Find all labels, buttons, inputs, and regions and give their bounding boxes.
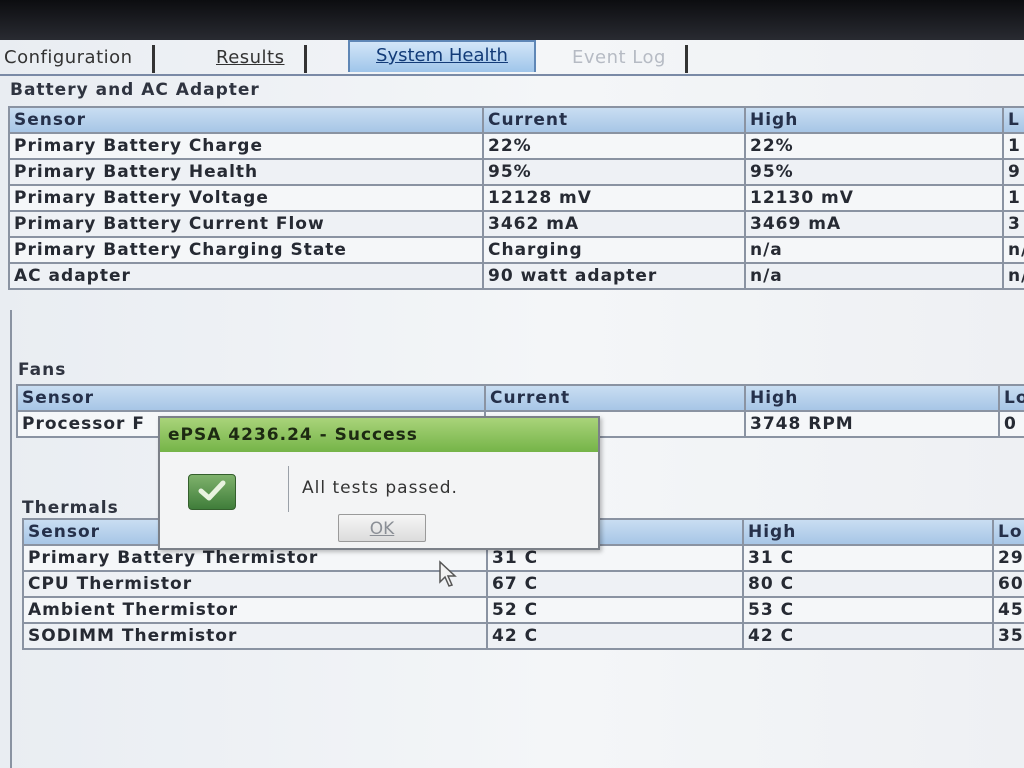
cell-sensor: SODIMM Thermistor	[22, 622, 488, 650]
table-row[interactable]: Primary Battery Charging State Charging …	[8, 236, 1024, 264]
table-header-row: Sensor Current High L	[8, 106, 1024, 134]
column-header-high[interactable]: High	[744, 106, 1004, 134]
cell-low: 29	[992, 544, 1024, 572]
cell-sensor: Primary Battery Charge	[8, 132, 484, 160]
column-header-current[interactable]: Current	[484, 384, 746, 412]
cell-current: 90 watt adapter	[482, 262, 746, 290]
cell-sensor: Primary Battery Current Flow	[8, 210, 484, 238]
table-row[interactable]: Primary Battery Health 95% 95% 9	[8, 158, 1024, 186]
cell-high: 31 C	[742, 544, 994, 572]
cell-sensor: AC adapter	[8, 262, 484, 290]
cell-low: 60	[992, 570, 1024, 598]
dialog-title[interactable]: ePSA 4236.24 - Success	[160, 418, 598, 452]
cell-current: 67 C	[486, 570, 744, 598]
fans-section-title: Fans	[18, 360, 67, 380]
cell-low: n/	[1002, 262, 1024, 290]
checkmark-icon	[188, 474, 236, 510]
table-row[interactable]: Primary Battery Charge 22% 22% 1	[8, 132, 1024, 160]
cell-current: 52 C	[486, 596, 744, 624]
cell-sensor: Primary Battery Health	[8, 158, 484, 186]
cell-sensor: Ambient Thermistor	[22, 596, 488, 624]
group-frame-edge	[10, 310, 12, 768]
cell-current: 12128 mV	[482, 184, 746, 212]
table-row[interactable]: Primary Battery Current Flow 3462 mA 346…	[8, 210, 1024, 238]
battery-section-title: Battery and AC Adapter	[10, 80, 260, 100]
table-row[interactable]: Primary Battery Voltage 12128 mV 12130 m…	[8, 184, 1024, 212]
cell-high: 80 C	[742, 570, 994, 598]
cell-high: 3469 mA	[744, 210, 1004, 238]
tab-results[interactable]: Results	[216, 45, 306, 73]
cell-low: 0	[998, 410, 1024, 438]
column-header-low[interactable]: L	[1002, 106, 1024, 134]
tab-event-log[interactable]: Event Log	[572, 45, 688, 73]
ok-button[interactable]: OK	[338, 514, 426, 542]
table-row[interactable]: SODIMM Thermistor 42 C 42 C 35	[22, 622, 1024, 650]
dialog-message: All tests passed.	[302, 478, 458, 498]
cell-sensor: Primary Battery Voltage	[8, 184, 484, 212]
epsa-diagnostics-screen: Configuration Results System Health Even…	[0, 40, 1024, 768]
cell-high: 22%	[744, 132, 1004, 160]
column-header-sensor[interactable]: Sensor	[8, 106, 484, 134]
table-row[interactable]: Ambient Thermistor 52 C 53 C 45	[22, 596, 1024, 624]
tab-system-health[interactable]: System Health	[348, 40, 536, 72]
cell-low: 45	[992, 596, 1024, 624]
column-header-sensor[interactable]: Sensor	[16, 384, 486, 412]
table-row[interactable]: CPU Thermistor 67 C 80 C 60	[22, 570, 1024, 598]
window-top-bar	[0, 0, 1024, 42]
cell-low: 3	[1002, 210, 1024, 238]
cell-low: n/	[1002, 236, 1024, 264]
cell-current: 22%	[482, 132, 746, 160]
column-header-high[interactable]: High	[742, 518, 994, 546]
cell-low: 1	[1002, 132, 1024, 160]
cell-current: 95%	[482, 158, 746, 186]
cell-current: 3462 mA	[482, 210, 746, 238]
dialog-divider	[288, 466, 289, 512]
cell-low: 35	[992, 622, 1024, 650]
cell-sensor: CPU Thermistor	[22, 570, 488, 598]
column-header-low[interactable]: Lo	[992, 518, 1024, 546]
cell-high: n/a	[744, 262, 1004, 290]
table-row[interactable]: AC adapter 90 watt adapter n/a n/	[8, 262, 1024, 290]
battery-table: Sensor Current High L Primary Battery Ch…	[8, 106, 1024, 290]
cell-high: 12130 mV	[744, 184, 1004, 212]
cell-high: 3748 RPM	[744, 410, 1000, 438]
tab-configuration[interactable]: Configuration	[4, 45, 155, 73]
column-header-low[interactable]: Lo	[998, 384, 1024, 412]
mouse-pointer-icon	[439, 560, 457, 587]
cell-high: 95%	[744, 158, 1004, 186]
cell-low: 1	[1002, 184, 1024, 212]
tab-bar: Configuration Results System Health Even…	[0, 40, 1024, 76]
cell-current: Charging	[482, 236, 746, 264]
cell-high: n/a	[744, 236, 1004, 264]
cell-high: 53 C	[742, 596, 994, 624]
cell-low: 9	[1002, 158, 1024, 186]
success-dialog: ePSA 4236.24 - Success All tests passed.…	[158, 416, 600, 550]
column-header-current[interactable]: Current	[482, 106, 746, 134]
cell-sensor: Primary Battery Charging State	[8, 236, 484, 264]
thermals-section-title: Thermals	[22, 498, 119, 518]
cell-high: 42 C	[742, 622, 994, 650]
cell-current: 42 C	[486, 622, 744, 650]
column-header-high[interactable]: High	[744, 384, 1000, 412]
table-header-row: Sensor Current High Lo	[16, 384, 1024, 412]
